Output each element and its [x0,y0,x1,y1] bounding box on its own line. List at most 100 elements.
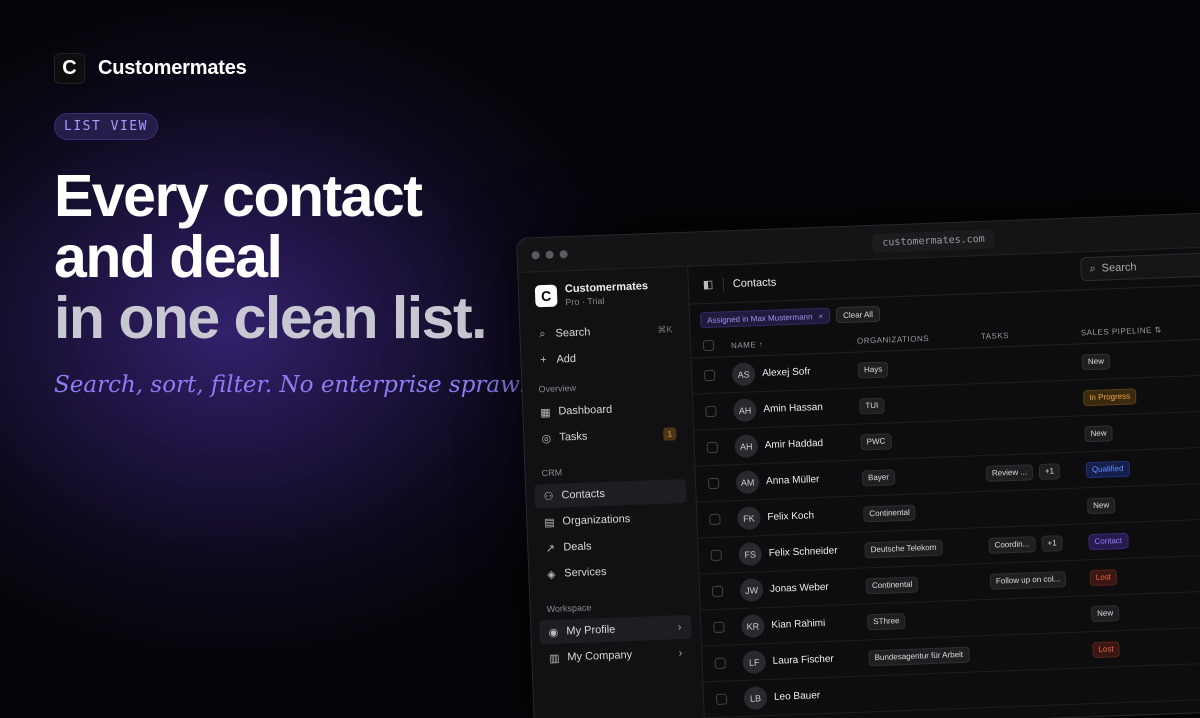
organization-tag[interactable]: Hays [857,361,889,379]
pipeline-stage-badge[interactable]: New [1081,353,1111,371]
sidebar-item-label: Search [555,326,591,340]
sidebar-item-my-profile[interactable]: ◉ My Profile › [539,614,692,645]
sidebar-item-services[interactable]: ◈ Services [537,557,690,587]
organization-tag[interactable]: TUI [859,397,885,415]
pipeline-stage-badge[interactable]: Qualified [1085,460,1130,479]
column-tasks[interactable]: TASKS [981,331,1009,341]
task-tag[interactable]: Review ... [985,464,1034,482]
window-dot-minimize[interactable] [545,250,554,259]
plus-icon: + [540,353,547,367]
sidebar-item-label: Dashboard [558,403,613,418]
column-name[interactable]: NAME ↑ [731,340,764,350]
close-icon[interactable]: × [818,311,823,320]
list-view-pill: LIST VIEW [54,113,158,140]
pipeline-stage-badge[interactable]: Lost [1089,569,1118,587]
pipeline-stage-badge[interactable]: In Progress [1082,388,1137,407]
sidebar-item-tasks[interactable]: ◎ Tasks 1 [532,421,685,451]
sidebar-item-label: Add [556,352,577,366]
organization-tag[interactable]: PWC [860,433,892,451]
window-dot-maximize[interactable] [559,250,568,259]
task-tag[interactable]: Coordin... [988,536,1036,554]
sidebar-item-label: Contacts [561,487,606,502]
pipeline-stage-badge[interactable]: Contact [1088,532,1129,551]
organization-tag[interactable]: Continental [863,504,917,523]
row-checkbox[interactable] [705,405,717,418]
row-checkbox[interactable] [707,477,720,490]
sidebar-item-organizations[interactable]: ▤ Organizations [535,505,688,535]
contact-name[interactable]: Laura Fischer [772,654,834,667]
row-checkbox[interactable] [714,657,726,670]
sidebar-item-add[interactable]: + Add [529,343,682,373]
pipeline-stage-badge[interactable]: Lost [1092,641,1120,659]
url-bar[interactable]: customermates.com [872,229,996,253]
headline-line-3: in one clean list. [54,285,488,351]
sidebar-item-deals[interactable]: ↗ Deals [536,531,689,561]
row-checkbox[interactable] [703,369,716,382]
workspace-switcher[interactable]: C Customermates Pro · Trial [534,280,649,308]
window-dot-close[interactable] [531,251,540,260]
sidebar-toggle-icon[interactable]: ◧ [703,278,714,291]
sidebar-item-label: Tasks [559,430,588,444]
avatar: AS [731,362,756,387]
search-input[interactable]: ⌕ Search [1080,252,1200,282]
contact-name[interactable]: Amir Haddad [765,438,824,451]
chevron-right-icon: › [677,621,682,634]
avatar: FK [737,506,761,531]
contact-name[interactable]: Felix Koch [767,510,814,523]
task-tag[interactable]: Follow up on col... [989,571,1067,590]
sidebar-item-my-company[interactable]: ▥ My Company › [540,641,693,671]
clear-all-button[interactable]: Clear All [835,305,881,324]
row-checkbox[interactable] [709,513,721,526]
select-all-checkbox[interactable] [702,339,715,352]
contact-name[interactable]: Amin Hassan [763,402,823,415]
more-tasks-badge[interactable]: +1 [1041,535,1063,552]
organization-tag[interactable]: SThree [867,612,906,631]
pipeline-stage-badge[interactable]: New [1086,497,1116,515]
sidebar-item-contacts[interactable]: ⚇ Contacts [534,478,687,509]
building-icon: ▤ [544,516,555,529]
organization-tag[interactable]: Bayer [861,469,896,487]
sidebar-item-search[interactable]: ⌕ Search ⌘K [528,317,681,347]
sidebar: C Customermates Pro · Trial ⌕ Search ⌘K … [518,266,706,718]
row-checkbox[interactable] [713,621,725,634]
pipeline-stage-badge[interactable]: New [1090,605,1120,623]
building-small-icon: ▥ [549,652,560,665]
avatar: AH [733,398,757,423]
avatar: AH [734,434,759,459]
brand-name: Customermates [98,57,247,79]
contact-name[interactable]: Alexej Sofr [762,366,811,379]
headline-line-2: and deal [54,224,283,290]
users-icon: ⚇ [543,490,554,503]
contact-name[interactable]: Anna Müller [766,474,820,487]
pipeline-stage-badge[interactable]: New [1084,425,1113,443]
section-crm: CRM [541,467,563,479]
contact-name[interactable]: Leo Bauer [774,690,821,703]
row-checkbox[interactable] [710,549,722,562]
grid-icon: ▦ [539,406,551,419]
organization-tag[interactable]: Continental [865,576,919,595]
workspace-name: Customermates [564,280,649,296]
avatar: AM [735,470,760,495]
organization-tag[interactable]: Deutsche Telekom [864,539,943,559]
row-checkbox[interactable] [711,585,724,598]
avatar: LB [743,686,768,710]
filter-chip[interactable]: Assigned in Max Mustermann × [699,307,831,329]
check-circle-icon: ◎ [541,432,552,445]
organization-tag[interactable]: Bundesagentur für Arbeit [868,646,970,667]
avatar: FS [738,542,763,567]
main-panel: ◧ Contacts ⌕ Search Assigned in Max Must… [688,247,1200,718]
row-checkbox[interactable] [706,441,719,454]
row-checkbox[interactable] [715,693,728,705]
sidebar-item-dashboard[interactable]: ▦ Dashboard [531,395,684,425]
app-window: customermates.com C Customermates Pro · … [516,212,1200,718]
workspace-plan: Pro · Trial [565,295,605,308]
tagline: Search, sort, filter. No enterprise spra… [54,372,535,398]
contact-name[interactable]: Jonas Weber [770,582,829,595]
more-tasks-badge[interactable]: +1 [1038,463,1061,480]
contact-name[interactable]: Kian Rahimi [771,618,825,631]
divider [722,277,725,292]
sidebar-item-label: Deals [563,540,592,554]
column-organizations[interactable]: ORGANIZATIONS [857,334,929,346]
contact-name[interactable]: Felix Schneider [769,545,838,559]
column-sales-pipeline[interactable]: SALES PIPELINE ⇅ [1081,325,1162,337]
